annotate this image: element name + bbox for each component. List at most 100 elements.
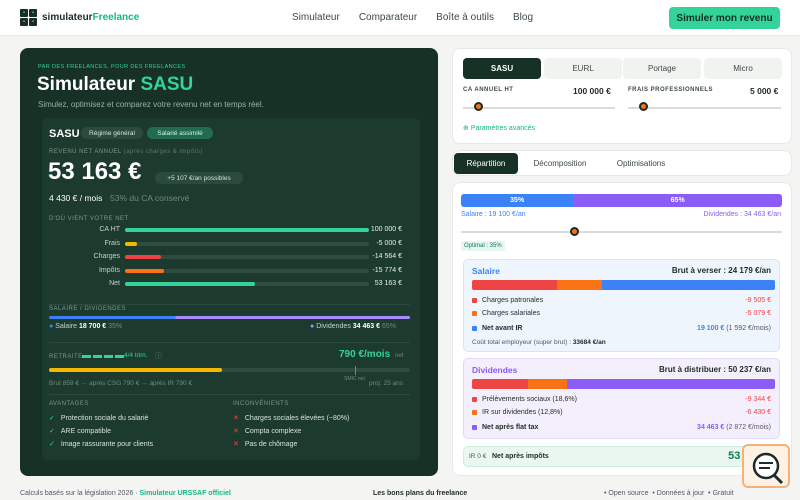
ir-amount: IR 0 € (469, 453, 487, 460)
salary-brut: Brut à verser : 24 179 €/an (671, 266, 771, 275)
retire-title: RETRAITE (49, 354, 83, 360)
controls-card: SASU EURL Portage Micro CA ANNUEL HT 100… (452, 48, 792, 144)
dividend-title: Dividendes (472, 365, 518, 375)
dividend-bar (472, 379, 775, 389)
inconvenients-title: INCONVÉNIENTS (233, 401, 289, 407)
result-tabs: Répartition Décomposition Optimisations (452, 150, 792, 176)
salarie-badge: Salarié assimilé (147, 127, 213, 139)
retire-quarters (82, 355, 124, 358)
brand-accent: Freelance (92, 12, 140, 23)
nav-link-boite-a-outils[interactable]: Boîte à outils (436, 12, 494, 23)
retire-trims: 4/4 trim. (124, 352, 148, 359)
inconvenient-item: ✕ Charges sociales élevées (~80%) (233, 414, 350, 423)
breakdown-bar (125, 255, 161, 259)
retire-projection: proj. 25 ans (369, 380, 403, 387)
tab-decomposition[interactable]: Décomposition (522, 153, 598, 174)
breakdown-name: Impôts (98, 266, 120, 274)
charges-salariales-row: Charges salariales -5 079 € (472, 310, 771, 317)
ca-share: 53% du CA conservé (110, 193, 190, 203)
nav-link-blog[interactable]: Blog (513, 12, 533, 23)
top-nav: ▪ ▪ ▪ ▪ simulateurFreelance Simulateur Comp… (0, 0, 800, 36)
dividend-box: Dividendes Brut à distribuer : 50 237 €/… (463, 358, 780, 439)
salary-box: Salaire Brut à verser : 24 179 €/an Char… (463, 259, 780, 352)
advantages-title: AVANTAGES (49, 401, 89, 407)
ca-slider-knob[interactable] (474, 102, 484, 111)
breakdown-value: 53 163 € (374, 280, 402, 287)
dividend-annual: Dividendes : 34 463 €/an (703, 211, 781, 218)
net-avant-ir-row: Net avant IR 19 100 € (1 592 €/mois) (472, 325, 771, 332)
retire-detail: Brut 859 € → après CSG 790 € → après IR … (49, 380, 193, 387)
breakdown-name: Frais (104, 239, 120, 247)
breakdown-value: 100 000 € (370, 226, 402, 233)
regime-badge: Régime général (81, 127, 143, 139)
net-value: 53 163 € (48, 158, 142, 185)
breakdown-value: -15 774 € (372, 266, 402, 274)
smic-marker (355, 366, 356, 375)
nav-link-comparateur[interactable]: Comparateur (359, 12, 417, 23)
split-title: SALAIRE / DIVIDENDES (49, 306, 127, 312)
simulate-cta-button[interactable]: Simuler mon revenu (669, 7, 780, 29)
footer-badges: • Open source • Données à jour • Gratuit (604, 490, 734, 497)
tab-repartition[interactable]: Répartition (454, 153, 518, 174)
salary-split: ● Salaire 18 700 € 35% (49, 323, 123, 330)
hero-kicker: PAR DES FREELANCES, POUR DES FREELANCES (38, 64, 186, 70)
ca-value: 100 000 € (573, 86, 611, 96)
brand-name: simulateur (42, 12, 93, 23)
breakdown-value: -5 000 € (376, 239, 402, 247)
breakdown-bar (125, 241, 138, 246)
prelevements-row: Prélèvements sociaux (18,6%) -9 344 € (472, 396, 771, 403)
dividend-split: ● Dividendes 34 463 € 65% (310, 323, 396, 330)
tab-optimisations[interactable]: Optimisations (604, 153, 678, 174)
breakdown-row: Impôts -15 774 € (42, 265, 420, 277)
breakdown-bar (125, 268, 164, 273)
urssaf-link[interactable]: Simulateur URSSAF officiel (139, 490, 230, 497)
breakdown-row: Net 53 163 € (42, 278, 420, 290)
advanced-params-link[interactable]: ⊕ Paramètres avancés (463, 124, 535, 132)
smic-label: SMIC net (344, 376, 365, 382)
ir-dividendes-row: IR sur dividendes (12,8%) -6 430 € (472, 409, 771, 416)
status-label: SASU (49, 128, 80, 140)
inconvenient-item: ✕ Pas de chômage (233, 440, 298, 449)
status-tab-portage[interactable]: Portage (623, 58, 701, 79)
net-flat-tax-row: Net après flat tax 34 463 € (2 872 €/mois… (472, 424, 771, 431)
dividend-share: 65% (573, 194, 782, 207)
frais-slider-knob[interactable] (639, 102, 649, 111)
frais-label: FRAIS PROFESSIONNELS (628, 87, 714, 93)
status-tab-eurl[interactable]: EURL (544, 58, 622, 79)
breakdown-row: Charges -14 564 € (42, 251, 420, 263)
breakdown-title: D'OÙ VIENT VOTRE NET (49, 216, 129, 222)
salary-share: 35% (461, 194, 574, 207)
repartition-slider[interactable] (461, 231, 782, 233)
possible-gain-badge: +5 107 €/an possibles (155, 172, 243, 184)
cout-employeur: Coût total employeur (super brut) : 3368… (472, 339, 606, 346)
page-subtitle: Simulez, optimisez et comparez votre rev… (38, 100, 264, 109)
footer-legal: Calculs basés sur la législation 2026 · … (20, 490, 231, 497)
net-after-tax-box: IR 0 € Net après impôts 53 163 € (463, 446, 780, 467)
charges-patronales-row: Charges patronales -9 505 € (472, 297, 771, 304)
repartition-slider-knob[interactable] (570, 227, 579, 236)
net-after-tax-label: Net après impôts (492, 453, 549, 460)
page-title: Simulateur SASU (37, 74, 194, 95)
info-icon[interactable]: ⓘ (155, 351, 162, 361)
bons-plans-link[interactable]: Les bons plans du freelance (373, 490, 467, 497)
nav-link-simulateur[interactable]: Simulateur (292, 12, 340, 23)
repartition-panel: 35% 65% Salaire : 19 100 €/an Dividendes… (452, 182, 792, 476)
ca-slider[interactable] (463, 107, 615, 109)
salary-title: Salaire (472, 266, 500, 276)
simulator-panel: PAR DES FREELANCES, POUR DES FREELANCES … (20, 48, 438, 476)
breakdown-name: Charges (93, 253, 120, 260)
breakdown-bar (125, 228, 369, 232)
frais-slider[interactable] (628, 107, 781, 109)
salary-bar (472, 280, 775, 290)
monthly-net: 4 430 € / mois (49, 193, 103, 203)
retire-value: 790 €/mois (339, 349, 391, 360)
optimal-badge: Optimal : 35% (461, 241, 505, 251)
chat-help-button[interactable] (742, 444, 790, 488)
status-tab-sasu[interactable]: SASU (463, 58, 541, 79)
status-tab-micro[interactable]: Micro (704, 58, 782, 79)
ca-label: CA ANNUEL HT (463, 87, 514, 93)
advantage-item: ✓ Protection sociale du salarié (49, 414, 149, 423)
salary-annual: Salaire : 19 100 €/an (461, 211, 526, 218)
logo[interactable]: ▪ ▪ ▪ ▪ simulateurFreelance (20, 9, 139, 26)
breakdown-name: CA HT (99, 226, 120, 233)
